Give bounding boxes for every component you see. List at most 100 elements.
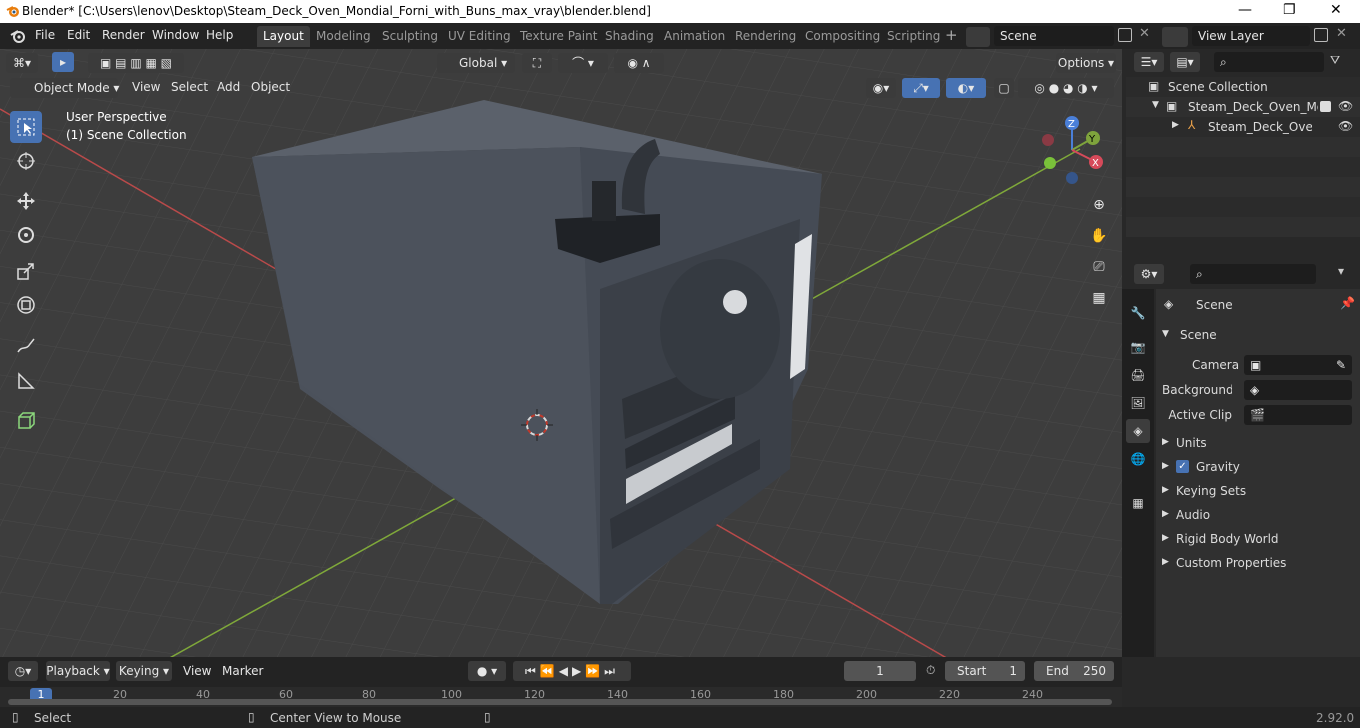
xray-toggle-icon[interactable]: ▢ [994, 78, 1014, 98]
view-layer-field[interactable]: View Layer [1192, 26, 1310, 46]
keying-dropdown[interactable]: Keying ▾ [116, 661, 172, 681]
tab-scripting[interactable]: Scripting [881, 26, 946, 47]
snap-toggle-icon[interactable]: ⌒ ▾ [558, 53, 608, 73]
tab-uv-editing[interactable]: UV Editing [442, 26, 517, 47]
zoom-icon[interactable]: ⊕ [1086, 192, 1112, 218]
tab-rendering[interactable]: Rendering [729, 26, 802, 47]
panel-collapse-icon[interactable]: ▼ [1162, 329, 1169, 339]
editor-type-icon[interactable]: ⌘▾ [6, 53, 38, 73]
close-window-button[interactable]: ✕ [1330, 2, 1342, 18]
end-frame-field[interactable]: End 250 [1034, 661, 1114, 681]
menu-object[interactable]: Object [251, 80, 290, 94]
expand-arrow-icon[interactable]: ▼ [1152, 100, 1159, 110]
ortho-grid-icon[interactable]: ▦ [1086, 285, 1112, 311]
rotate-tool-icon[interactable] [10, 219, 42, 251]
gizmo-toggle-icon[interactable]: ⤢▾ [902, 78, 940, 98]
timeline-marker-menu[interactable]: Marker [222, 664, 263, 678]
camera-field[interactable]: ▣ ✎ [1244, 355, 1352, 375]
tool-tab-icon[interactable]: 🔧 [1126, 301, 1150, 325]
add-cube-tool-icon[interactable] [10, 405, 42, 437]
timeline-scrollbar[interactable] [8, 699, 1112, 705]
scene-browse-icon[interactable] [966, 27, 990, 47]
timeline-ruler[interactable]: 1 20 40 60 80 100 120 140 160 180 200 22… [0, 687, 1122, 707]
eye-icon[interactable]: 👁 [1338, 119, 1353, 133]
scene-tab-icon[interactable]: ◈ [1126, 419, 1150, 443]
maximize-button[interactable]: ❐ [1283, 2, 1296, 18]
delete-view-layer-icon[interactable]: ✕ [1336, 26, 1347, 41]
properties-options-icon[interactable]: ▾ [1338, 264, 1344, 278]
outliner-row-collection[interactable]: ▼ ▣ Steam_Deck_Oven_Mon 👁 [1126, 97, 1360, 117]
panel-keying-sets[interactable]: ▶ Keying Sets [1156, 481, 1360, 503]
playback-controls[interactable]: ⏮⏪◀▶⏩⏭ [513, 661, 631, 681]
options-dropdown[interactable]: Options ▾ [1056, 53, 1116, 73]
menu-render[interactable]: Render [102, 28, 145, 42]
panel-custom-properties[interactable]: ▶ Custom Properties [1156, 553, 1360, 575]
tab-sculpting[interactable]: Sculpting [376, 26, 444, 47]
scene-name-field[interactable]: Scene [994, 26, 1114, 46]
playback-dropdown[interactable]: Playback ▾ [46, 661, 110, 681]
menu-help[interactable]: Help [206, 28, 233, 42]
output-tab-icon[interactable]: 🖨 [1126, 363, 1150, 387]
selection-mode-buttons[interactable]: ▣ ▤ ▥ ▦ ▧ [88, 53, 184, 73]
pan-hand-icon[interactable]: ✋ [1086, 223, 1112, 249]
camera-view-icon[interactable]: ⎚ [1086, 254, 1112, 280]
expand-arrow-icon[interactable]: ▶ [1172, 120, 1179, 130]
timeline-editor-icon[interactable]: ◷▾ [8, 661, 38, 681]
3d-viewport[interactable]: ⌘▾ ▸ ▣ ▤ ▥ ▦ ▧ Global ▾ ⛶ ⌒ ▾ ◉ ∧ Option… [0, 49, 1122, 657]
properties-editor-icon[interactable]: ⚙▾ [1134, 264, 1164, 284]
measure-tool-icon[interactable] [10, 365, 42, 397]
outliner-editor-icon[interactable]: ☰▾ [1134, 52, 1164, 72]
panel-units[interactable]: ▶ Units [1156, 433, 1360, 455]
menu-edit[interactable]: Edit [67, 28, 90, 42]
panel-rigid-body-world[interactable]: ▶ Rigid Body World [1156, 529, 1360, 551]
new-view-layer-icon[interactable] [1314, 28, 1328, 42]
select-box-tool-icon[interactable] [10, 111, 42, 143]
start-frame-field[interactable]: Start 1 [945, 661, 1025, 681]
move-tool-icon[interactable] [10, 185, 42, 217]
render-tab-icon[interactable]: 📷 [1126, 335, 1150, 359]
current-frame-field[interactable]: 1 [844, 661, 916, 681]
proportional-edit-icon[interactable]: ◉ ∧ [614, 53, 664, 73]
stopwatch-icon[interactable]: ⏱ [926, 663, 935, 678]
world-tab-icon[interactable]: 🌐 [1126, 447, 1150, 471]
background-scene-field[interactable]: ◈ [1244, 380, 1352, 400]
menu-view[interactable]: View [132, 80, 160, 94]
record-toggle-icon[interactable]: ● ▾ [468, 661, 506, 681]
transform-orientation-dropdown[interactable]: Global ▾ [437, 53, 515, 73]
tab-texture-paint[interactable]: Texture Paint [514, 26, 603, 47]
tab-compositing[interactable]: Compositing [799, 26, 886, 47]
tab-animation[interactable]: Animation [658, 26, 731, 47]
annotate-tool-icon[interactable] [10, 329, 42, 361]
new-scene-icon[interactable] [1118, 28, 1132, 42]
tab-modeling[interactable]: Modeling [310, 26, 377, 47]
cursor-tool-icon[interactable] [10, 145, 42, 177]
blender-menu-icon[interactable] [10, 28, 26, 47]
outliner-search-input[interactable]: ⌕ [1214, 52, 1324, 72]
panel-gravity[interactable]: ▶ ✓ Gravity [1156, 457, 1360, 479]
delete-scene-icon[interactable]: ✕ [1139, 26, 1150, 41]
menu-add[interactable]: Add [217, 80, 240, 94]
timeline-view-menu[interactable]: View [183, 664, 211, 678]
outliner-display-mode-icon[interactable]: ▤▾ [1170, 52, 1200, 72]
add-workspace-icon[interactable]: + [945, 26, 958, 44]
pivot-point-icon[interactable]: ⛶ [522, 53, 552, 73]
overlay-toggle-icon[interactable]: ◐▾ [946, 78, 986, 98]
visibility-icon[interactable]: ◉▾ [866, 78, 896, 98]
gravity-checkbox[interactable]: ✓ [1176, 460, 1189, 473]
pin-icon[interactable]: 📌 [1340, 296, 1355, 310]
panel-audio[interactable]: ▶ Audio [1156, 505, 1360, 527]
select-tool-icon[interactable]: ▸ [52, 52, 74, 72]
object-mode-dropdown[interactable]: Object Mode ▾ [10, 78, 119, 98]
menu-file[interactable]: File [35, 28, 55, 42]
collection-checkbox[interactable] [1320, 101, 1331, 112]
transform-tool-icon[interactable] [10, 289, 42, 321]
shading-mode-buttons[interactable]: ◎ ● ◕ ◑ ▾ [1018, 78, 1114, 98]
menu-window[interactable]: Window [152, 28, 199, 42]
tab-layout[interactable]: Layout [257, 26, 310, 47]
eye-icon[interactable]: 👁 [1338, 99, 1353, 113]
active-clip-field[interactable]: 🎬 [1244, 405, 1352, 425]
navigation-gizmo[interactable]: Z Y X [1036, 115, 1108, 187]
tab-shading[interactable]: Shading [599, 26, 660, 47]
properties-search-input[interactable]: ⌕ [1190, 264, 1316, 284]
view-layer-tab-icon[interactable]: 🖼 [1126, 391, 1150, 415]
